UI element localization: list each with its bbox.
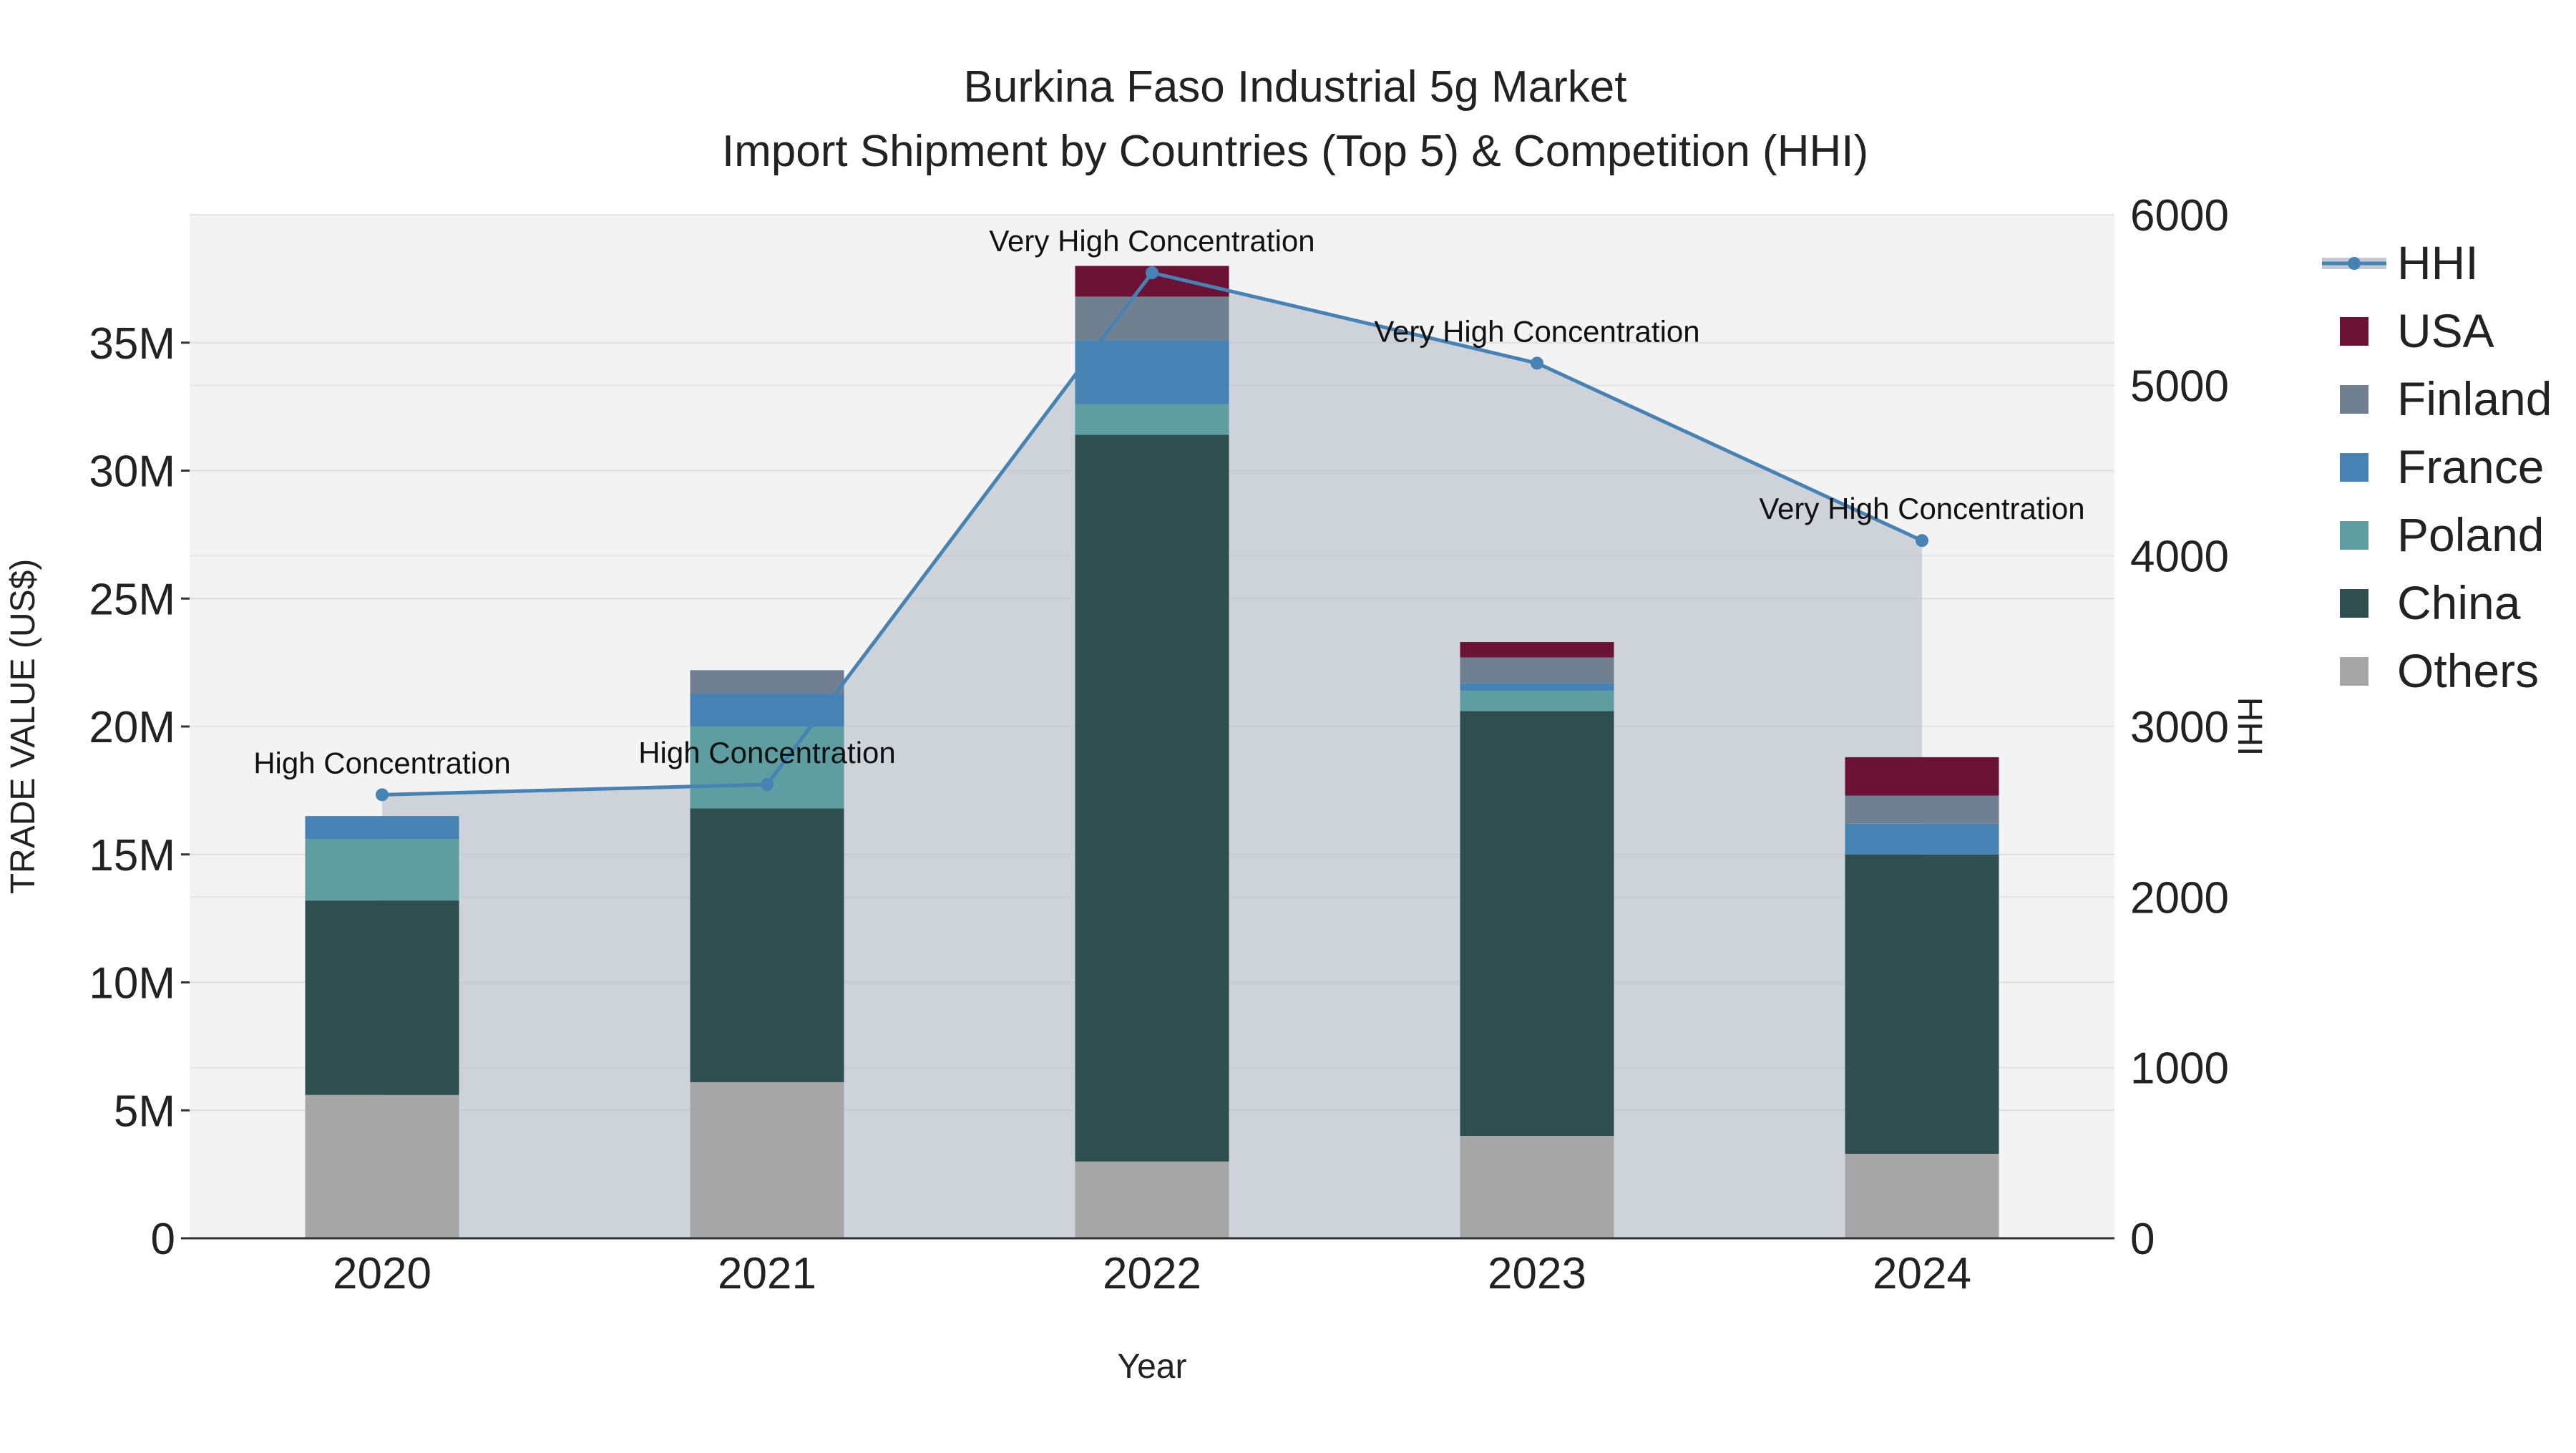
- bar-others-2022: [1075, 1161, 1229, 1238]
- y-tick-label-1: 5M: [114, 1087, 175, 1136]
- bar-others-2020: [305, 1094, 459, 1238]
- hhi-point-2022: [1146, 266, 1158, 280]
- y2-axis-title: HHI: [2230, 697, 2268, 757]
- bar-finland-2023: [1460, 657, 1614, 684]
- chart-svg: High Concentration High Concentration Very…: [0, 0, 2576, 1449]
- bar-china-2024: [1845, 854, 1999, 1155]
- hhi-label-2022: Very High Concentration: [989, 224, 1314, 258]
- legend-label-usa: USA: [2397, 304, 2494, 357]
- legend-label-france: France: [2397, 440, 2544, 493]
- x-axis-title: Year: [1118, 1348, 1187, 1386]
- bar-china-2023: [1460, 711, 1614, 1136]
- y-tick-label-2: 10M: [89, 959, 175, 1009]
- legend-swatch-china: [2340, 589, 2368, 618]
- x-tick-label-2024: 2024: [1873, 1249, 1971, 1298]
- hhi-point-2024: [1916, 534, 1928, 548]
- bar-france-2024: [1845, 823, 1999, 855]
- y-tick-label-5: 25M: [89, 575, 175, 624]
- legend-swatch-finland: [2340, 385, 2368, 414]
- y-tick-label-7: 35M: [89, 319, 175, 369]
- y-tick-label-6: 30M: [89, 447, 175, 497]
- hhi-label-2023: Very High Concentration: [1374, 314, 1699, 348]
- bar-usa-2024: [1845, 757, 1999, 796]
- bar-usa-2023: [1460, 642, 1614, 658]
- bar-finland-2021: [690, 670, 844, 694]
- y-tick-label-4: 20M: [89, 703, 175, 752]
- hhi-point-2020: [376, 788, 389, 802]
- y-axis-title: TRADE VALUE (US$): [4, 559, 42, 895]
- bar-poland-2023: [1460, 690, 1614, 711]
- x-tick-label-2023: 2023: [1488, 1249, 1586, 1298]
- hhi-point-2023: [1531, 356, 1543, 370]
- hhi-label-2021: High Concentration: [638, 736, 896, 769]
- legend-label-poland: Poland: [2397, 508, 2545, 561]
- legend-swatch-poland: [2340, 521, 2368, 550]
- bar-poland-2022: [1075, 404, 1229, 435]
- bar-poland-2020: [305, 839, 459, 901]
- y-tick-label-0: 0: [151, 1215, 175, 1264]
- legend-label-others: Others: [2397, 644, 2539, 697]
- bar-finland-2024: [1845, 795, 1999, 824]
- legend-swatch-others: [2340, 657, 2368, 686]
- hhi-label-2024: Very High Concentration: [1759, 492, 2084, 525]
- bar-others-2024: [1845, 1154, 1999, 1238]
- legend-swatch-usa: [2340, 317, 2368, 346]
- x-tick-label-2022: 2022: [1103, 1249, 1201, 1298]
- bar-china-2022: [1075, 434, 1229, 1162]
- bar-others-2021: [690, 1082, 844, 1238]
- legend-label-finland: Finland: [2397, 372, 2552, 425]
- bar-china-2021: [690, 808, 844, 1082]
- legend-label-china: China: [2397, 576, 2521, 629]
- chart-title: Burkina Faso Industrial 5g Market: [964, 62, 1627, 112]
- y2-tick-label-0: 0: [2130, 1215, 2155, 1264]
- legend-marker-hhi: [2348, 257, 2361, 270]
- legend-label-hhi: HHI: [2397, 236, 2479, 289]
- y2-tick-label-5: 5000: [2130, 361, 2229, 411]
- y2-tick-label-2: 2000: [2130, 873, 2229, 923]
- bar-france-2020: [305, 816, 459, 840]
- bar-france-2021: [690, 693, 844, 726]
- x-tick-label-2021: 2021: [718, 1249, 816, 1298]
- y2-tick-label-6: 6000: [2130, 191, 2229, 240]
- hhi-point-2021: [761, 778, 774, 792]
- legend-swatch-france: [2340, 453, 2368, 482]
- y2-tick-label-4: 4000: [2130, 533, 2229, 582]
- x-tick-label-2020: 2020: [333, 1249, 431, 1298]
- bar-china-2020: [305, 900, 459, 1095]
- bar-finland-2022: [1075, 296, 1229, 341]
- bar-france-2022: [1075, 340, 1229, 404]
- chart-container: High Concentration High Concentration Very…: [0, 0, 2576, 1449]
- bar-france-2023: [1460, 683, 1614, 691]
- y-tick-label-3: 15M: [89, 831, 175, 880]
- y2-tick-label-1: 1000: [2130, 1044, 2229, 1094]
- bar-others-2023: [1460, 1136, 1614, 1238]
- y2-tick-label-3: 3000: [2130, 703, 2229, 752]
- chart-subtitle: Import Shipment by Countries (Top 5) & C…: [722, 127, 1868, 176]
- hhi-label-2020: High Concentration: [253, 746, 511, 779]
